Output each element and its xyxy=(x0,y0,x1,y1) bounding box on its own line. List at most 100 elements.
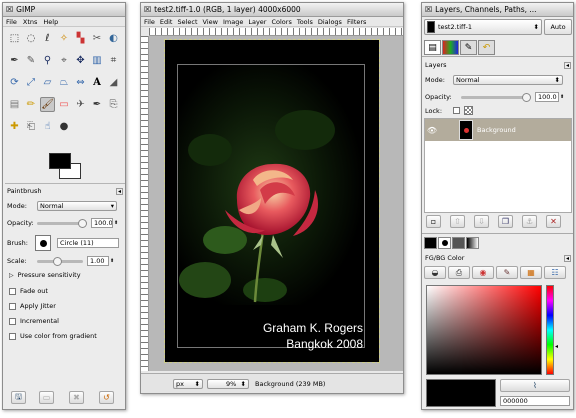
tab-gradients-icon[interactable] xyxy=(466,237,479,249)
color-picker-tool-icon[interactable]: ✎ xyxy=(24,53,39,68)
raise-layer-button[interactable]: ⇧ xyxy=(450,215,465,228)
zoom-tool-icon[interactable]: ⚲ xyxy=(40,53,55,68)
gradient-color-checkbox[interactable] xyxy=(9,332,16,340)
tab-patterns-icon[interactable] xyxy=(452,237,465,249)
move-tool-icon[interactable]: ✥ xyxy=(73,53,88,68)
perspective-clone-tool-icon[interactable]: ⎗ xyxy=(24,119,39,134)
tab-brushes-icon[interactable] xyxy=(438,237,451,249)
delete-layer-button[interactable]: ✕ xyxy=(546,215,561,228)
text-tool-icon[interactable]: A xyxy=(90,75,105,90)
gimp-selector-tab[interactable]: ◒ xyxy=(424,266,446,279)
tab-channels[interactable] xyxy=(442,40,459,55)
hue-strip[interactable] xyxy=(546,285,554,375)
apply-jitter-checkbox[interactable] xyxy=(9,302,16,310)
spin-icon[interactable]: ⬍ xyxy=(114,220,118,226)
measure-tool-icon[interactable]: ⌖ xyxy=(57,53,72,68)
scissors-tool-icon[interactable]: ✂ xyxy=(90,31,105,46)
tab-menu-icon[interactable]: ◂ xyxy=(564,61,571,69)
scale-tool-icon[interactable]: ⤢ xyxy=(24,75,39,90)
color-picker-button[interactable]: ⌇ xyxy=(500,379,570,392)
fg-color-swatch[interactable] xyxy=(49,153,71,169)
align-tool-icon[interactable]: ▥ xyxy=(90,53,105,68)
lock-pixels-checkbox[interactable] xyxy=(453,107,460,114)
menu-colors[interactable]: Colors xyxy=(271,18,291,26)
opacity-slider-knob[interactable] xyxy=(78,218,87,228)
spin-icon[interactable]: ⬍ xyxy=(560,94,564,100)
menu-help[interactable]: Help xyxy=(43,18,58,26)
expander-arrow-icon[interactable]: ▷ xyxy=(9,272,14,279)
cmyk-selector-tab[interactable]: ⎙ xyxy=(448,266,470,279)
auto-button[interactable]: Auto xyxy=(544,19,572,35)
incremental-checkbox[interactable] xyxy=(9,317,16,325)
layer-opacity-input[interactable]: 100.0 xyxy=(535,92,559,102)
flip-tool-icon[interactable]: ⇔ xyxy=(73,75,88,90)
restore-options-button[interactable]: ▭ xyxy=(39,391,54,404)
menu-select[interactable]: Select xyxy=(177,18,197,26)
smudge-tool-icon[interactable]: ☝ xyxy=(40,119,55,134)
zoom-select[interactable]: 9% ⬍ xyxy=(207,378,249,389)
tab-menu-icon[interactable]: ◂ xyxy=(116,187,123,195)
fade-out-checkbox[interactable] xyxy=(9,287,16,295)
blend-tool-icon[interactable]: ▤ xyxy=(7,97,22,112)
clone-tool-icon[interactable]: ⎘ xyxy=(106,97,121,112)
airbrush-tool-icon[interactable]: ✈ xyxy=(73,97,88,112)
menu-layer[interactable]: Layer xyxy=(248,18,266,26)
opacity-slider[interactable] xyxy=(37,218,87,228)
layer-opacity-slider[interactable] xyxy=(461,92,531,102)
paths-tool-icon[interactable]: ✒ xyxy=(7,53,22,68)
close-icon[interactable]: ☒ xyxy=(6,5,13,14)
free-select-tool-icon[interactable]: ℓ xyxy=(40,31,55,46)
menu-tools[interactable]: Tools xyxy=(297,18,313,26)
rotate-tool-icon[interactable]: ⟳ xyxy=(7,75,22,90)
close-icon[interactable]: ☒ xyxy=(425,5,432,14)
scale-input[interactable]: 1.00 xyxy=(87,256,109,266)
hex-input[interactable]: 000000 xyxy=(500,396,570,406)
tab-undo[interactable]: ↶ xyxy=(478,40,495,55)
brush-preview[interactable] xyxy=(35,235,51,251)
canvas-area[interactable]: Graham K. Rogers Bangkok 2008 xyxy=(149,36,403,371)
palette-selector-tab[interactable]: ▦ xyxy=(520,266,542,279)
layer-mode-select[interactable]: Normal ⬍ xyxy=(453,75,563,85)
spin-icon[interactable]: ⬍ xyxy=(110,258,114,264)
mode-select[interactable]: Normal ▾ xyxy=(37,201,117,211)
foreground-select-tool-icon[interactable]: ◐ xyxy=(106,31,121,46)
layer-row[interactable]: 👁 Background xyxy=(425,119,571,141)
image-select[interactable]: test2.tiff-1 ⬍ xyxy=(424,19,542,35)
fuzzy-select-tool-icon[interactable]: ✧ xyxy=(57,31,72,46)
ellipse-select-tool-icon[interactable]: ◌ xyxy=(24,31,39,46)
heal-tool-icon[interactable]: ✚ xyxy=(7,119,22,134)
pressure-sensitivity-label[interactable]: Pressure sensitivity xyxy=(18,271,81,279)
menu-file[interactable]: File xyxy=(144,18,155,26)
menu-image[interactable]: Image xyxy=(223,18,243,26)
scales-selector-tab[interactable]: ☷ xyxy=(544,266,566,279)
wheel-selector-tab[interactable]: ◉ xyxy=(472,266,494,279)
menu-dialogs[interactable]: Dialogs xyxy=(318,18,342,26)
eraser-tool-icon[interactable]: ▭ xyxy=(57,97,72,112)
color-square[interactable] xyxy=(426,285,542,375)
menu-filters[interactable]: Filters xyxy=(347,18,366,26)
image-title-bar[interactable]: ☒ test2.tiff-1.0 (RGB, 1 layer) 4000x600… xyxy=(141,3,403,17)
menu-edit[interactable]: Edit xyxy=(160,18,173,26)
unit-select[interactable]: px ⬍ xyxy=(173,378,203,389)
dodge-burn-tool-icon[interactable]: ● xyxy=(57,119,72,134)
layer-opacity-slider-knob[interactable] xyxy=(522,92,531,102)
image-canvas[interactable]: Graham K. Rogers Bangkok 2008 xyxy=(164,39,380,363)
vertical-ruler[interactable] xyxy=(141,36,149,371)
by-color-select-tool-icon[interactable]: ▚ xyxy=(73,31,88,46)
scale-slider-knob[interactable] xyxy=(53,256,62,266)
save-options-button[interactable]: 🖫 xyxy=(11,391,26,404)
eye-icon[interactable]: 👁 xyxy=(425,126,439,135)
anchor-layer-button[interactable]: ⚓ xyxy=(522,215,537,228)
lower-layer-button[interactable]: ⇩ xyxy=(474,215,489,228)
toolbox-title-bar[interactable]: ☒ GIMP xyxy=(3,3,125,17)
bucket-fill-tool-icon[interactable]: ◢ xyxy=(106,75,121,90)
new-layer-button[interactable]: ▫ xyxy=(426,215,441,228)
scale-slider[interactable] xyxy=(37,256,83,266)
dock-title-bar[interactable]: ☒ Layers, Channels, Paths, ... xyxy=(422,3,573,17)
rect-select-tool-icon[interactable]: ⬚ xyxy=(7,31,22,46)
tab-fg-bg-icon[interactable] xyxy=(424,237,437,249)
tab-paths[interactable]: ✎ xyxy=(460,40,477,55)
close-icon[interactable]: ☒ xyxy=(144,5,151,14)
paintbrush-tool-icon[interactable]: 🖌 xyxy=(40,97,55,112)
menu-file[interactable]: File xyxy=(6,18,17,26)
